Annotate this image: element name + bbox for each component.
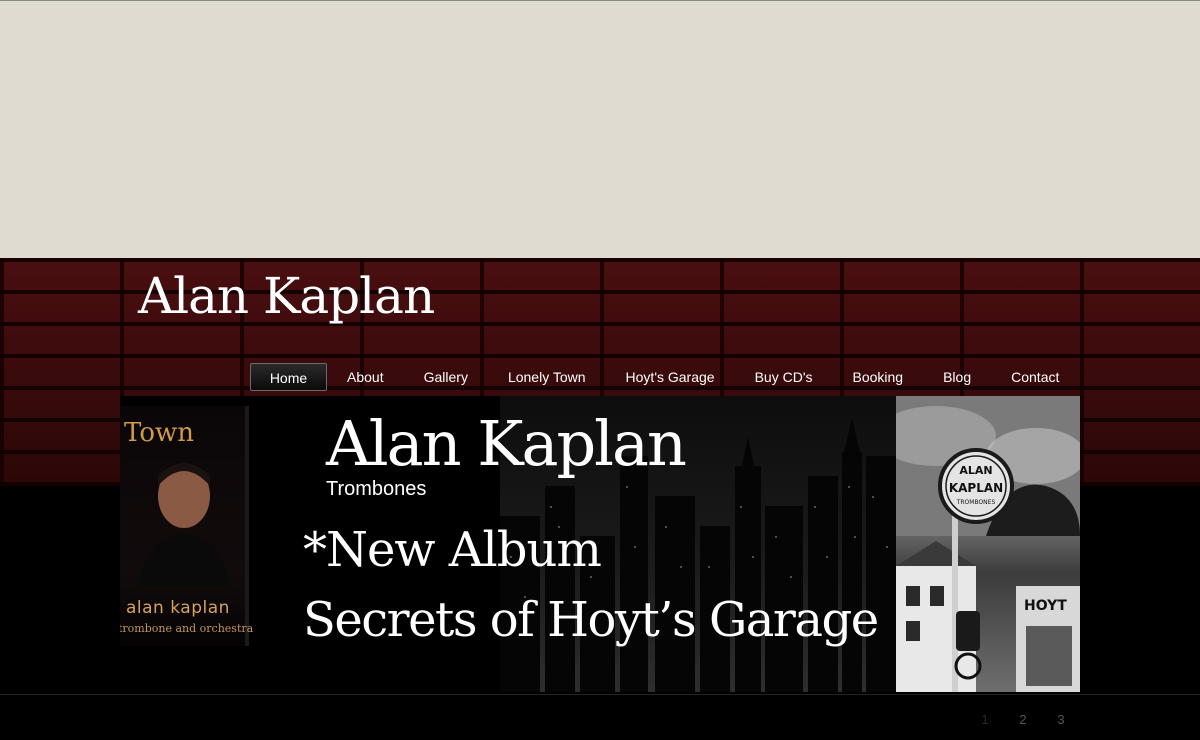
hero-banner-slide[interactable]: Town alan kaplan trombone and orchestra …	[120, 396, 1080, 692]
nav-item-gallery[interactable]: Gallery	[404, 363, 488, 391]
nav-item-buy-cds[interactable]: Buy CD's	[735, 363, 833, 391]
sign-line3: TROMBONES	[956, 499, 996, 506]
building-sign: HOYT	[1024, 598, 1067, 614]
lonely-town-album-cover[interactable]: Town alan kaplan trombone and orchestra	[120, 406, 253, 646]
artist-portrait-image	[139, 463, 229, 586]
nav-item-lonely-town[interactable]: Lonely Town	[488, 363, 606, 391]
site-title[interactable]: Alan Kaplan	[138, 266, 435, 326]
slideshow-pager: 1 2 3	[966, 710, 1080, 730]
banner-album-title: Secrets of Hoyt’s Garage	[303, 592, 879, 648]
nav-item-hoyts-garage[interactable]: Hoyt's Garage	[606, 363, 735, 391]
nav-item-home[interactable]: Home	[250, 363, 327, 391]
banner-subtitle: Trombones	[326, 478, 427, 500]
album-subtitle: trombone and orchestra	[120, 622, 254, 635]
nav-item-blog[interactable]: Blog	[923, 363, 991, 391]
top-band	[0, 0, 1200, 258]
album-artist: alan kaplan	[126, 598, 230, 618]
banner-new-album-text: *New Album	[303, 522, 602, 578]
pager-item-3[interactable]: 3	[1042, 710, 1080, 730]
nav-item-contact[interactable]: Contact	[991, 363, 1079, 391]
pager-item-2[interactable]: 2	[1004, 710, 1042, 730]
hoyts-garage-photo[interactable]: ALAN KAPLAN TROMBONES HOYT	[896, 396, 1080, 692]
sign-line2: KAPLAN	[949, 481, 1003, 495]
garage-sign: ALAN KAPLAN TROMBONES HOYT	[949, 464, 1067, 614]
nav-item-booking[interactable]: Booking	[833, 363, 924, 391]
banner-artist-name: Alan Kaplan	[326, 407, 687, 480]
album-title: Town	[124, 418, 194, 448]
main-nav: Home About Gallery Lonely Town Hoyt's Ga…	[250, 363, 1079, 391]
sign-line1: ALAN	[959, 464, 992, 477]
footer-divider	[0, 694, 1200, 695]
nav-item-about[interactable]: About	[327, 363, 404, 391]
pager-item-1[interactable]: 1	[966, 710, 1004, 730]
